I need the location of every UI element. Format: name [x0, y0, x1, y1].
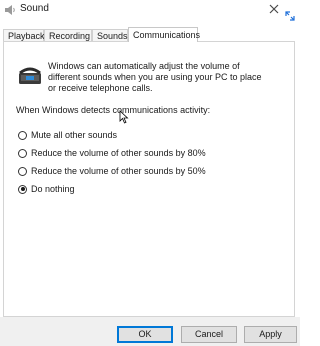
radio-button[interactable] — [18, 166, 27, 176]
radio-button-selected[interactable] — [18, 184, 27, 194]
detect-prompt: When Windows detects communications acti… — [16, 105, 211, 115]
option-label: Reduce the volume of other sounds by 80% — [31, 148, 206, 158]
option-mute-all[interactable]: Mute all other sounds — [18, 129, 117, 141]
tab-recording[interactable]: Recording — [44, 29, 92, 41]
communications-panel: Windows can automatically adjust the vol… — [3, 41, 295, 317]
window-title: Sound — [20, 3, 49, 14]
option-do-nothing[interactable]: Do nothing — [18, 183, 75, 195]
close-icon[interactable] — [266, 1, 282, 17]
apply-button[interactable]: Apply — [244, 326, 297, 343]
cancel-button[interactable]: Cancel — [181, 326, 237, 343]
expand-icon[interactable] — [283, 9, 297, 23]
option-label: Reduce the volume of other sounds by 50% — [31, 166, 206, 176]
telephone-icon — [19, 67, 41, 84]
ok-button[interactable]: OK — [117, 326, 173, 343]
option-reduce-80[interactable]: Reduce the volume of other sounds by 80% — [18, 147, 206, 159]
tab-communications[interactable]: Communications — [128, 27, 200, 42]
option-reduce-50[interactable]: Reduce the volume of other sounds by 50% — [18, 165, 206, 177]
radio-button[interactable] — [18, 130, 27, 140]
button-bar: OK Cancel Apply — [0, 317, 300, 346]
speaker-icon — [5, 5, 15, 15]
tab-sounds[interactable]: Sounds — [92, 29, 128, 41]
option-label: Mute all other sounds — [31, 130, 118, 140]
mouse-cursor-icon — [119, 110, 129, 124]
info-text: Windows can automatically adjust the vol… — [48, 61, 262, 93]
option-label: Do nothing — [31, 184, 75, 194]
title-bar: Sound — [0, 0, 300, 24]
radio-button[interactable] — [18, 148, 27, 158]
tab-playback[interactable]: Playback — [3, 29, 45, 41]
